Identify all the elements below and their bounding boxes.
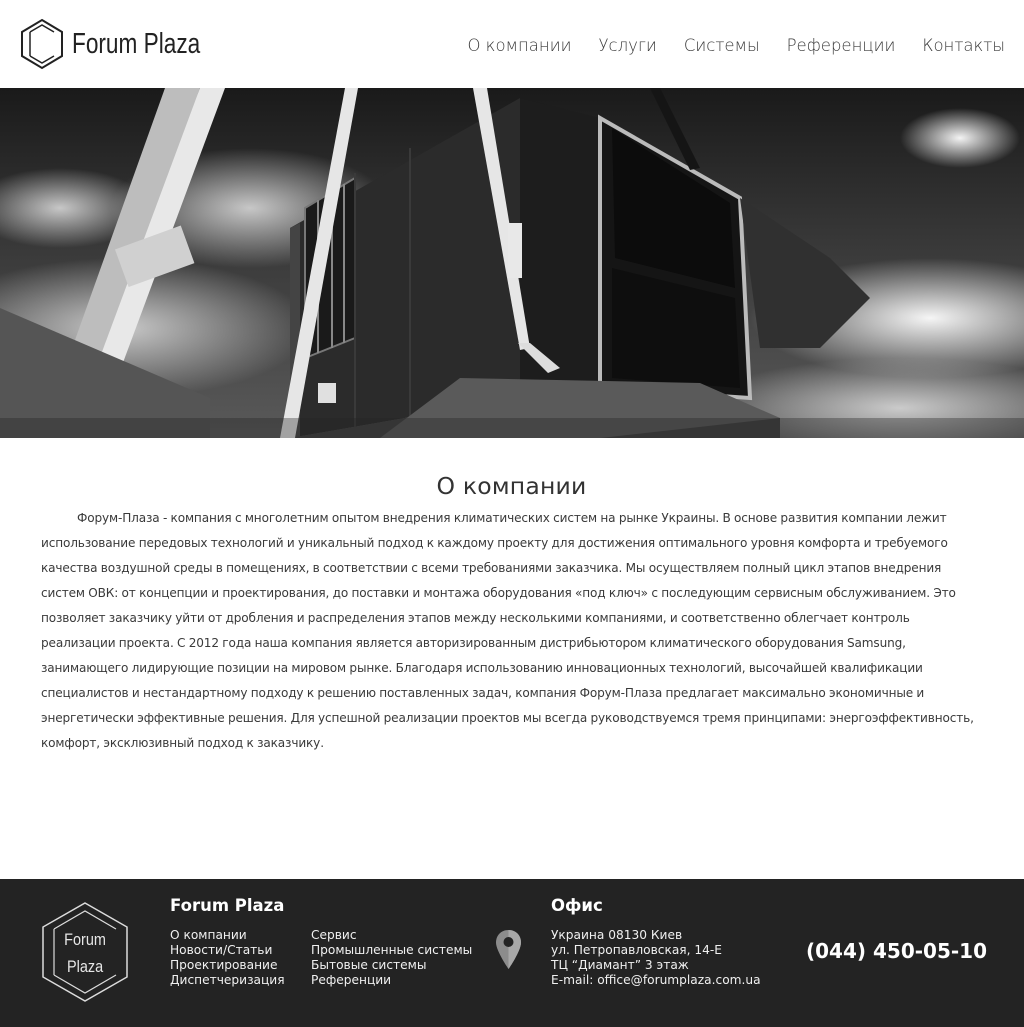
page-title: О компании bbox=[436, 472, 587, 500]
footer-link-news[interactable]: Новости/Статьи bbox=[170, 943, 285, 958]
brand-name: Forum Plaza bbox=[72, 27, 201, 60]
about-text: Форум-Плаза - компания с многолетним опы… bbox=[41, 511, 974, 750]
footer-logo-line1: Forum bbox=[64, 931, 106, 949]
office-line-building: ТЦ “Диамант” 3 этаж bbox=[551, 958, 689, 972]
footer-logo-line2: Plaza bbox=[67, 958, 103, 976]
footer-link-design[interactable]: Проектирование bbox=[170, 958, 285, 973]
footer-link-service[interactable]: Сервис bbox=[311, 928, 472, 943]
location-pin-icon bbox=[496, 930, 521, 969]
footer-links-col1: О компании Новости/Статьи Проектирование… bbox=[170, 928, 285, 988]
phone-number[interactable]: (044) 450-05-10 bbox=[806, 939, 987, 963]
footer-links-col2: Сервис Промышленные системы Бытовые сист… bbox=[311, 928, 472, 988]
about-section: О компании Форум-Плаза - компания с мног… bbox=[41, 472, 983, 756]
hero-photo bbox=[0, 88, 1024, 438]
footer-link-domestic[interactable]: Бытовые системы bbox=[311, 958, 472, 973]
footer-brand: Forum Plaza bbox=[170, 896, 285, 915]
site-header: Forum Plaza О компании Услуги Системы Ре… bbox=[0, 0, 1024, 88]
office-line-street: ул. Петропавловская, 14-Е bbox=[551, 943, 722, 957]
nav-item-about[interactable]: О компании bbox=[467, 36, 571, 55]
footer-link-industrial[interactable]: Промышленные системы bbox=[311, 943, 472, 958]
main-nav: О компании Услуги Системы Референции Кон… bbox=[440, 36, 1005, 55]
office-line-country: Украина 08130 Киев bbox=[551, 928, 683, 942]
hexagon-logo-icon bbox=[21, 18, 63, 70]
footer-link-dispatch[interactable]: Диспетчеризация bbox=[170, 973, 285, 988]
office-title: Офис bbox=[551, 896, 603, 915]
nav-item-references[interactable]: Референции bbox=[787, 36, 896, 55]
footer-link-about[interactable]: О компании bbox=[170, 928, 285, 943]
nav-item-systems[interactable]: Системы bbox=[684, 36, 760, 55]
site-footer: Forum Plaza Forum Plaza О компании Новос… bbox=[0, 879, 1024, 1027]
office-email[interactable]: E-mail: office@forumplaza.com.ua bbox=[551, 973, 761, 988]
nav-item-services[interactable]: Услуги bbox=[598, 36, 656, 55]
footer-link-references[interactable]: Референции bbox=[311, 973, 472, 988]
footer-hexagon-logo-icon[interactable]: Forum Plaza bbox=[40, 901, 130, 1003]
office-address: Украина 08130 Киев ул. Петропавловская, … bbox=[551, 928, 761, 988]
brand-logo[interactable]: Forum Plaza bbox=[20, 18, 236, 70]
nav-item-contacts[interactable]: Контакты bbox=[922, 36, 1005, 55]
hero-banner bbox=[0, 88, 1024, 438]
